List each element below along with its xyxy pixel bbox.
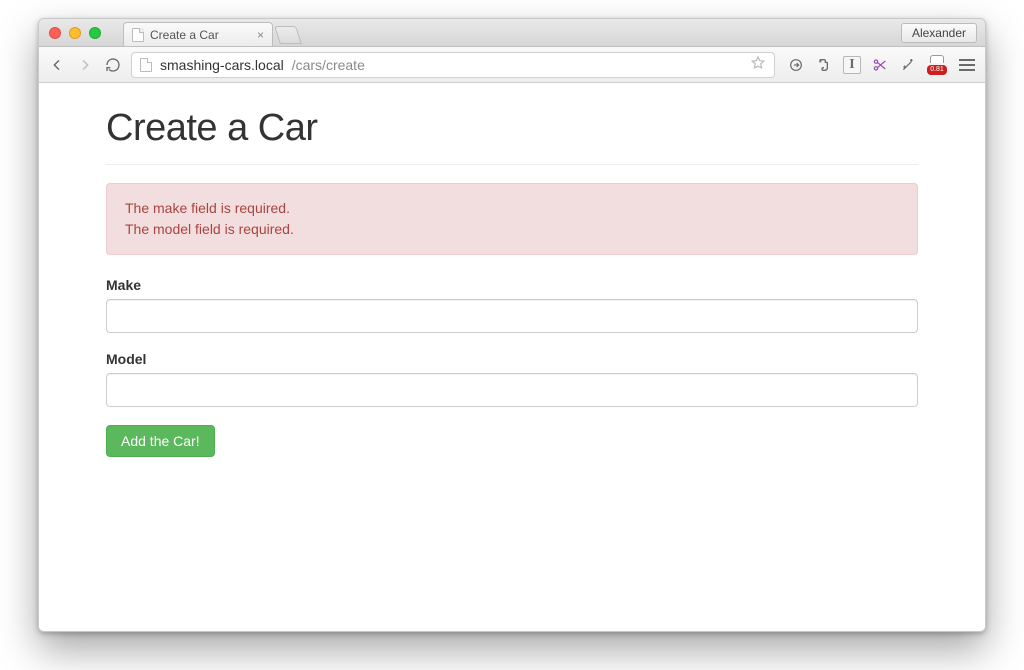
address-bar[interactable]: smashing-cars.local/cars/create [131,52,775,78]
extensions: I 0.81 [783,56,977,74]
browser-tab[interactable]: Create a Car × [123,22,273,46]
titlebar: Create a Car × Alexander [39,19,985,47]
bookmark-star-icon[interactable] [750,55,766,74]
profile-badge[interactable]: Alexander [901,23,977,43]
validation-error: The make field is required. [125,198,899,219]
browser-menu-button[interactable] [957,56,977,74]
form-group-make: Make [106,277,918,333]
url-host: smashing-cars.local [160,57,284,73]
make-input[interactable] [106,299,918,333]
extension-badge-cap [930,55,944,63]
page-viewport: Create a Car The make field is required.… [39,83,985,631]
title-divider [106,164,918,165]
tabstrip: Create a Car × [123,19,299,46]
toolbar: smashing-cars.local/cars/create I [39,47,985,83]
model-input[interactable] [106,373,918,407]
form-group-model: Model [106,351,918,407]
extension-wand-icon[interactable] [899,56,917,74]
tab-close-icon[interactable]: × [257,28,264,42]
validation-alert: The make field is required. The model fi… [106,183,918,255]
new-tab-button[interactable] [274,26,302,44]
extension-letter-label: I [849,57,854,73]
site-page-icon [140,58,152,72]
validation-error: The model field is required. [125,219,899,240]
make-label: Make [106,277,918,293]
tab-title: Create a Car [150,28,219,42]
page-title: Create a Car [106,107,918,150]
browser-window: Create a Car × Alexander smashing-cars.l… [38,18,986,632]
reload-button[interactable] [103,55,123,75]
window-close-button[interactable] [49,27,61,39]
page-container: Create a Car The make field is required.… [92,83,932,497]
url-path: /cars/create [292,57,365,73]
submit-button[interactable]: Add the Car! [106,425,215,457]
forward-button[interactable] [75,55,95,75]
extension-scissors-icon[interactable] [871,56,889,74]
window-minimize-button[interactable] [69,27,81,39]
extension-instapaper-icon[interactable]: I [843,56,861,74]
extension-evernote-icon[interactable] [815,56,833,74]
extension-badge-value: 0.81 [927,65,947,75]
tab-page-icon [132,28,144,42]
back-button[interactable] [47,55,67,75]
window-controls [49,27,101,39]
extension-circle-arrow-icon[interactable] [787,56,805,74]
window-zoom-button[interactable] [89,27,101,39]
model-label: Model [106,351,918,367]
profile-name: Alexander [912,26,966,40]
extension-badge-icon[interactable]: 0.81 [927,57,947,73]
